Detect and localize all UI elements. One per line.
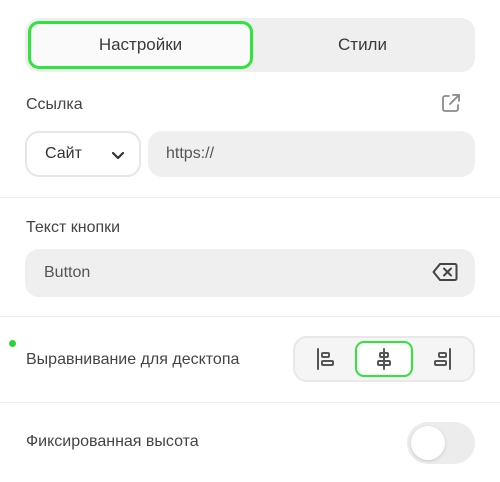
link-label: Ссылка <box>26 96 83 113</box>
toggle-knob <box>411 426 445 460</box>
button-text-input[interactable]: Button <box>25 249 475 297</box>
button-text-value: Button <box>44 264 91 281</box>
link-type-select[interactable]: Сайт <box>25 131 141 177</box>
link-type-value: Сайт <box>45 145 82 162</box>
align-left-icon <box>317 348 335 370</box>
desktop-align-group <box>293 336 475 382</box>
divider <box>0 316 500 317</box>
align-right-icon <box>433 348 451 370</box>
external-link-icon[interactable] <box>440 92 462 114</box>
divider <box>0 402 500 403</box>
align-center-button[interactable] <box>354 341 414 377</box>
button-text-label: Текст кнопки <box>26 219 121 236</box>
desktop-align-label: Выравнивание для десктопа <box>26 351 240 368</box>
align-right-button[interactable] <box>415 341 470 377</box>
align-center-icon <box>377 348 391 370</box>
settings-styles-tabs: Настройки Стили <box>25 18 475 72</box>
fixed-height-toggle[interactable] <box>407 422 475 464</box>
tab-styles[interactable]: Стили <box>253 21 472 69</box>
url-input[interactable]: https:// <box>148 131 475 177</box>
backspace-clear-icon[interactable] <box>432 261 458 283</box>
divider <box>0 197 500 198</box>
fixed-height-label: Фиксированная высота <box>26 433 199 450</box>
chevron-down-icon <box>111 151 125 160</box>
tab-settings[interactable]: Настройки <box>28 21 253 69</box>
align-left-button[interactable] <box>298 341 353 377</box>
url-value: https:// <box>166 145 215 162</box>
changed-indicator-dot <box>9 340 16 347</box>
